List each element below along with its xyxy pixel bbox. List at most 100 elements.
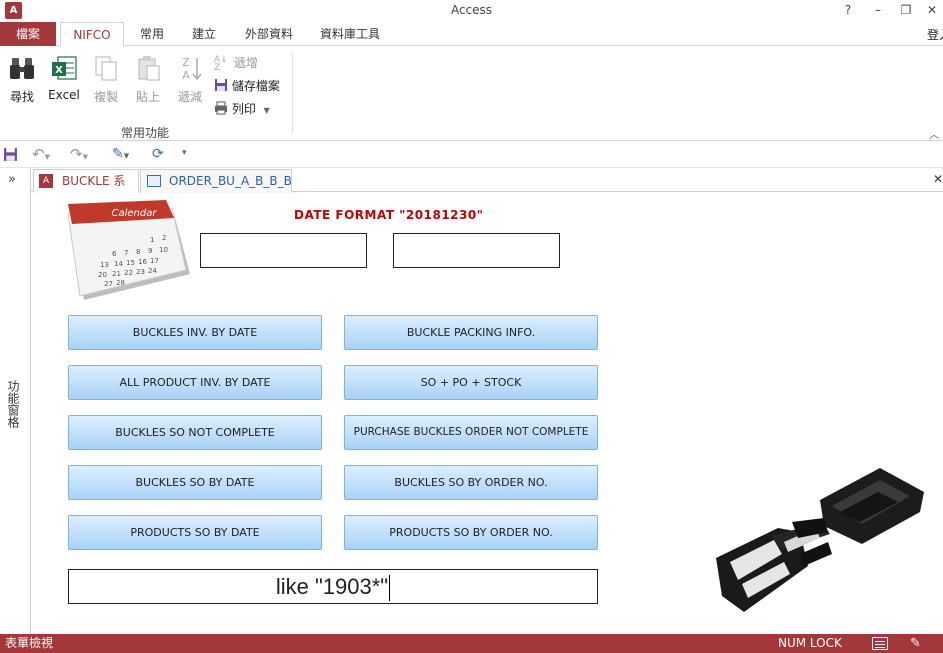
form-icon <box>147 175 161 187</box>
end-date-field[interactable] <box>393 233 560 268</box>
save-file-button[interactable]: 儲存檔案 <box>214 77 280 93</box>
svg-text:Z: Z <box>182 56 190 69</box>
buckles-so-not-complete-button[interactable]: BUCKLES SO NOT COMPLETE <box>68 415 322 450</box>
buckles-inv-by-date-button[interactable]: BUCKLES INV. BY DATE <box>68 315 322 350</box>
start-date-field[interactable] <box>200 233 367 268</box>
expand-nav-icon[interactable]: » <box>8 172 16 187</box>
tab-external-data[interactable]: 外部資料 <box>236 22 302 47</box>
restore-button[interactable]: ❐ <box>896 2 916 18</box>
svg-text:28: 28 <box>116 279 125 287</box>
sort-ascending-icon: A↓ Z <box>214 54 228 73</box>
binoculars-icon <box>10 58 34 79</box>
svg-text:8: 8 <box>136 248 140 256</box>
calendar-label: Calendar <box>112 208 158 219</box>
svg-text:22: 22 <box>124 269 133 277</box>
svg-text:23: 23 <box>136 268 145 276</box>
redo-icon[interactable]: ↷▼ <box>70 145 88 163</box>
excel-icon: X <box>52 56 77 80</box>
navigation-pane-label: 功能窗格 <box>6 380 20 428</box>
tab-create[interactable]: 建立 <box>182 22 226 47</box>
sort-descending-icon: Z A <box>182 56 202 82</box>
sort-descending-label: 遞減 <box>177 90 202 104</box>
paste-label: 貼上 <box>135 90 160 104</box>
sort-ascending-button[interactable]: A↓ Z 遞增 <box>214 54 258 73</box>
window-title: Access <box>450 3 493 17</box>
buckles-so-by-order-no-button[interactable]: BUCKLES SO BY ORDER NO. <box>344 465 598 500</box>
tab-home[interactable]: 常用 <box>130 22 174 47</box>
svg-text:A: A <box>182 69 190 82</box>
refresh-icon[interactable]: ⟳ <box>152 146 164 162</box>
svg-text:21: 21 <box>112 270 121 278</box>
copy-label: 複製 <box>93 90 118 104</box>
tab-order-form[interactable]: ORDER_BU_A_B_B_B <box>140 169 292 193</box>
products-so-by-order-no-button[interactable]: PRODUCTS SO BY ORDER NO. <box>344 515 598 550</box>
excel-label: Excel <box>48 88 80 102</box>
so-po-stock-button[interactable]: SO + PO + STOCK <box>344 365 598 400</box>
form-icon: A <box>39 174 53 188</box>
purchase-buckles-order-not-complete-button[interactable]: PURCHASE BUCKLES ORDER NOT COMPLETE <box>344 415 598 450</box>
order-filter-value: like "1903*" <box>275 574 389 599</box>
find-label: 尋找 <box>9 90 34 104</box>
tab-file[interactable]: 檔案 <box>0 22 56 46</box>
svg-text:7: 7 <box>124 249 128 257</box>
svg-text:20: 20 <box>98 271 107 279</box>
undo-icon[interactable]: ↶▼ <box>32 145 50 163</box>
svg-text:15: 15 <box>126 259 135 267</box>
tab-database-tools[interactable]: 資料庫工具 <box>312 22 388 47</box>
close-tab-icon[interactable]: ✕ <box>933 172 943 186</box>
products-so-by-date-button[interactable]: PRODUCTS SO BY DATE <box>68 515 322 550</box>
minimize-button[interactable]: – <box>868 2 888 18</box>
ribbon-group-divider <box>292 52 293 134</box>
paste-button[interactable]: 貼上 <box>130 54 166 105</box>
tab-nifco[interactable]: NIFCO <box>60 22 124 47</box>
sign-in-link[interactable]: 登入 <box>927 26 943 43</box>
close-window-button[interactable]: ✕ <box>922 2 942 18</box>
svg-text:2: 2 <box>162 234 166 242</box>
svg-text:16: 16 <box>138 258 147 266</box>
svg-text:24: 24 <box>148 267 157 275</box>
view-mode-label: 表單檢視 <box>5 636 54 650</box>
collapse-ribbon-icon[interactable]: ︿ <box>929 126 939 141</box>
svg-text:27: 27 <box>104 280 113 288</box>
chevron-down-icon: ▼ <box>263 106 270 115</box>
calendar-icon: Calendar 12 6 7 8 9 10 13 14 15 16 17 20 21 22 23 24… <box>67 200 190 300</box>
help-button[interactable]: ? <box>838 2 858 18</box>
print-label: 列印 <box>231 102 256 116</box>
buckle-product-image <box>716 468 924 612</box>
tab-order-form-label: ORDER_BU_A_B_B_B <box>169 174 292 188</box>
svg-text:9: 9 <box>148 247 152 255</box>
copy-icon <box>95 56 117 81</box>
buckles-so-by-date-button[interactable]: BUCKLES SO BY DATE <box>68 465 322 500</box>
ribbon-group-label: 常用功能 <box>120 126 169 140</box>
sort-descending-button[interactable]: Z A 遞減 <box>172 54 208 105</box>
save-file-label: 儲存檔案 <box>231 79 280 93</box>
buckle-packing-info-button[interactable]: BUCKLE PACKING INFO. <box>344 315 598 350</box>
date-format-hint: DATE FORMAT "20181230" <box>294 208 484 222</box>
tab-buckle-system[interactable]: A BUCKLE 系統 <box>33 169 139 210</box>
svg-text:14: 14 <box>114 260 123 268</box>
svg-text:X: X <box>55 65 63 76</box>
excel-button[interactable]: X Excel <box>46 54 82 102</box>
svg-text:17: 17 <box>150 257 159 265</box>
design-view-icon[interactable]: ✎ <box>910 634 921 653</box>
svg-text:10: 10 <box>159 246 168 254</box>
sort-ascending-label: 遞增 <box>233 56 258 70</box>
customize-toolbar-icon[interactable]: ▾ <box>182 148 187 158</box>
text-cursor <box>389 575 391 602</box>
spelling-icon[interactable]: ✎▼ <box>112 146 129 162</box>
numlock-indicator: NUM LOCK <box>778 636 842 650</box>
find-button[interactable]: 尋找 <box>4 54 40 105</box>
svg-text:13: 13 <box>100 261 109 269</box>
order-filter-input[interactable]: like "1903*" <box>68 569 598 604</box>
save-icon <box>215 79 227 91</box>
qat-save-icon[interactable] <box>3 147 18 162</box>
copy-button[interactable]: 複製 <box>88 54 124 105</box>
all-product-inv-by-date-button[interactable]: ALL PRODUCT INV. BY DATE <box>68 365 322 400</box>
form-view-icon[interactable] <box>872 637 888 650</box>
svg-text:6: 6 <box>112 250 117 258</box>
print-button[interactable]: 列印 ▼ <box>214 100 270 116</box>
quick-access-toolbar <box>0 142 943 168</box>
printer-icon <box>215 101 227 115</box>
svg-text:1: 1 <box>150 236 154 244</box>
paste-icon <box>138 56 160 81</box>
